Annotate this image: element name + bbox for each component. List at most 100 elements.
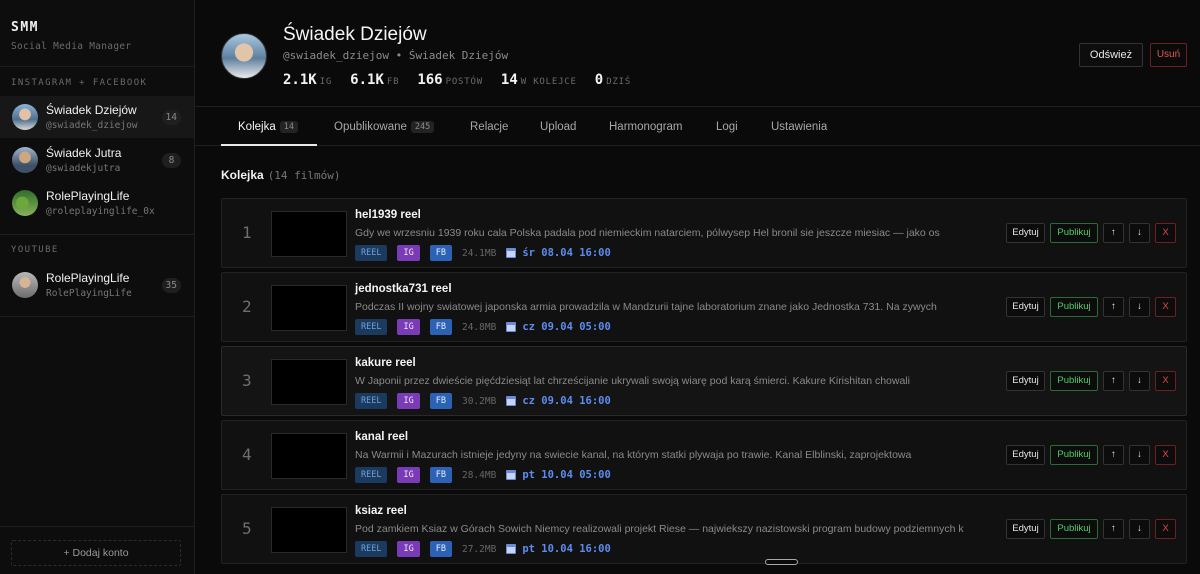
file-size: 24.1MB [461,247,497,259]
video-meta: REEL IG FB 24.8MB cz 09.04 05:00 [355,319,611,335]
move-up-button[interactable]: ↑ [1103,371,1124,391]
video-description: W Japonii przez dwieście pięćdziesiąt la… [355,375,910,387]
refresh-button[interactable]: Odśwież [1079,43,1143,67]
tab-label: Kolejka [238,121,276,133]
move-down-button[interactable]: ↓ [1129,223,1150,243]
brand: SMM Social Media Manager [0,0,194,67]
page-subtitle: @swiadek_dziejow • Świadek Dziejów [283,49,509,62]
publish-button[interactable]: Publikuj [1050,297,1098,317]
queue-title: Kolejka [221,168,264,182]
publish-button[interactable]: Publikuj [1050,519,1098,539]
queue-position: 1 [242,223,252,242]
stat-label: DZIŚ [606,77,632,87]
edit-button[interactable]: Edytuj [1006,371,1045,391]
calendar-icon [506,248,517,258]
tab-count-badge: 14 [279,121,298,133]
sidebar-divider [0,234,195,235]
sidebar-account-roleplayinglife-ig[interactable]: RolePlayingLife @roleplayinglife_0x [0,182,194,224]
file-size: 28.4MB [461,469,497,481]
tab-logi[interactable]: Logi [716,108,738,146]
file-size: 24.8MB [461,321,497,333]
account-name: RolePlayingLife [46,271,130,286]
delete-button[interactable]: X [1155,297,1176,317]
queue-row[interactable]: 1 hel1939 reel Gdy we wrzesniu 1939 roku… [221,198,1187,268]
tab-upload[interactable]: Upload [540,108,576,146]
account-count-badge: 8 [162,153,181,168]
edit-button[interactable]: Edytuj [1006,223,1045,243]
queue-row[interactable]: 2 jednostka731 reel Podczas II wojny swi… [221,272,1187,342]
edit-button[interactable]: Edytuj [1006,519,1045,539]
move-up-button[interactable]: ↑ [1103,445,1124,465]
queue-heading: Kolejka (14 filmów) [221,168,341,182]
account-handle: RolePlayingLife [46,287,132,299]
queue-position: 3 [242,371,252,390]
row-actions: Edytuj Publikuj ↑ ↓ X [1006,519,1181,539]
tab-kolejka[interactable]: Kolejka 14 [221,108,317,146]
file-size: 27.2MB [461,543,497,555]
delete-button[interactable]: X [1155,371,1176,391]
sidebar-account-swiadek-jutra[interactable]: Świadek Jutra @swiadekjutra 8 [0,139,194,181]
move-down-button[interactable]: ↓ [1129,519,1150,539]
stat-label: FB [386,77,400,87]
tab-ustawienia[interactable]: Ustawienia [771,108,827,146]
brand-title: SMM [11,20,39,35]
edit-button[interactable]: Edytuj [1006,297,1045,317]
video-thumbnail[interactable] [271,507,347,553]
type-badge: REEL [355,245,388,261]
move-up-button[interactable]: ↑ [1103,297,1124,317]
queue-position: 5 [242,519,252,538]
avatar [12,104,38,130]
video-thumbnail[interactable] [271,359,347,405]
scroll-handle[interactable] [765,559,798,565]
section-label-youtube: YOUTUBE [11,245,59,255]
tab-count-badge: 245 [410,121,435,133]
publish-button[interactable]: Publikuj [1050,445,1098,465]
add-account-button[interactable]: + Dodaj konto [11,540,181,566]
queue-row[interactable]: 3 kakure reel W Japonii przez dwieście p… [221,346,1187,416]
video-thumbnail[interactable] [271,433,347,479]
move-up-button[interactable]: ↑ [1103,519,1124,539]
stat-value: 14 [500,72,518,88]
edit-button[interactable]: Edytuj [1006,445,1045,465]
stat-label: IG [319,77,333,87]
type-badge: REEL [355,467,388,483]
queue-row[interactable]: 4 kanal reel Na Warmii i Mazurach istnie… [221,420,1187,490]
avatar [221,33,267,79]
account-name: Świadek Dziejów [46,103,137,118]
fb-badge: FB [429,245,452,261]
publish-button[interactable]: Publikuj [1050,371,1098,391]
video-description: Gdy we wrzesniu 1939 roku cala Polska pa… [355,227,940,239]
publish-button[interactable]: Publikuj [1050,223,1098,243]
avatar [12,190,38,216]
brand-subtitle: Social Media Manager [11,41,132,52]
row-actions: Edytuj Publikuj ↑ ↓ X [1006,223,1181,243]
sidebar-account-roleplayinglife-yt[interactable]: RolePlayingLife RolePlayingLife 35 [0,264,194,306]
move-down-button[interactable]: ↓ [1129,371,1150,391]
video-thumbnail[interactable] [271,211,347,257]
queue-count: (14 filmów) [267,169,341,182]
video-title: jednostka731 reel [355,283,452,295]
delete-button[interactable]: X [1155,223,1176,243]
tab-harmonogram[interactable]: Harmonogram [609,108,683,146]
tab-relacje[interactable]: Relacje [470,108,508,146]
scheduled-date: pt 10.04 05:00 [522,469,611,481]
delete-button[interactable]: X [1155,519,1176,539]
sidebar-account-swiadek-dziejow[interactable]: Świadek Dziejów @swiadek_dziejow 14 [0,96,194,138]
move-down-button[interactable]: ↓ [1129,445,1150,465]
tab-opublikowane[interactable]: Opublikowane 245 [334,108,435,146]
move-up-button[interactable]: ↑ [1103,223,1124,243]
calendar-icon [506,322,517,332]
move-down-button[interactable]: ↓ [1129,297,1150,317]
video-thumbnail[interactable] [271,285,347,331]
page-title: Świadek Dziejów [283,24,427,45]
delete-button[interactable]: X [1155,445,1176,465]
remove-button[interactable]: Usuń [1150,43,1187,67]
scheduled-date: cz 09.04 05:00 [522,321,611,333]
stat-fb: 6.1K FB [350,71,399,89]
row-actions: Edytuj Publikuj ↑ ↓ X [1006,297,1181,317]
scheduled-date: cz 09.04 16:00 [522,395,611,407]
queue-row[interactable]: 5 ksiaz reel Pod zamkiem Ksiaz w Górach … [221,494,1187,564]
ig-badge: IG [397,467,420,483]
video-description: Na Warmii i Mazurach istnieje jedyny na … [355,449,912,461]
account-name: RolePlayingLife [46,189,130,204]
